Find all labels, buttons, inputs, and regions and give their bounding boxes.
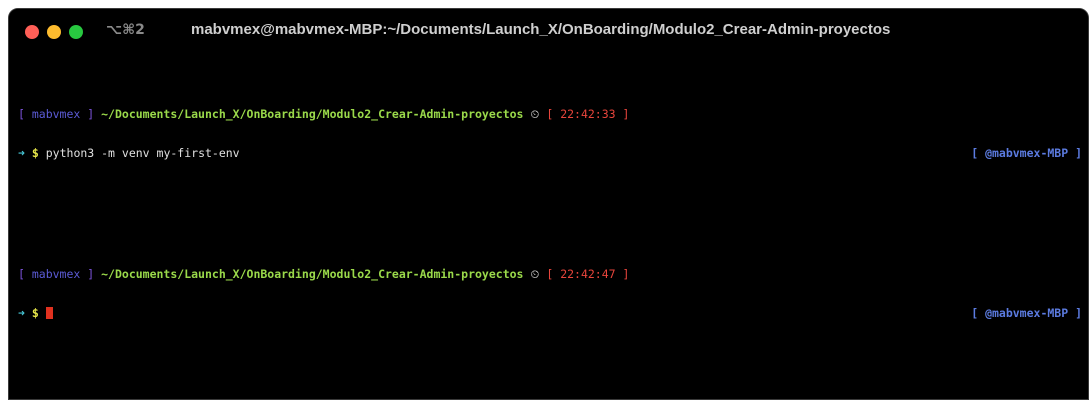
title-bar[interactable]: ⌥⌘2 mabvmex@mabvmex-MBP:~/Documents/Laun… xyxy=(9,9,1088,55)
user-bracket-close: ] xyxy=(80,107,95,121)
command-line: ➜ $ python3 -m venv my-first-env [ @mabvm… xyxy=(18,147,1088,160)
time-bracket-open: [ xyxy=(546,107,561,121)
user-bracket-open: [ xyxy=(18,107,32,121)
arrow-icon: ➜ xyxy=(18,306,25,320)
prompt-time: 22:42:47 xyxy=(560,267,616,281)
maximize-button[interactable] xyxy=(69,25,83,39)
prompt-time: 22:42:33 xyxy=(560,107,616,121)
user-bracket-close: ] xyxy=(80,267,95,281)
dollar-sign: $ xyxy=(31,146,39,160)
prompt-user: mabvmex xyxy=(31,267,81,281)
command-text: python3 -m venv my-first-env xyxy=(45,146,240,160)
arrow-icon: ➜ xyxy=(18,146,25,160)
prompt-line: [ mabvmex ] ~/Documents/Launch_X/OnBoard… xyxy=(18,108,1088,121)
prompt-path: ~/Documents/Launch_X/OnBoarding/Modulo2_… xyxy=(101,267,524,281)
time-bracket-open: [ xyxy=(546,267,561,281)
window-title: mabvmex@mabvmex-MBP:~/Documents/Launch_X… xyxy=(191,21,891,38)
right-prompt: [ @mabvmex-MBP ] xyxy=(971,306,1082,320)
command-line: ➜ $ [ @mabvmex-MBP ] xyxy=(18,307,1088,320)
user-bracket-open: [ xyxy=(18,267,32,281)
close-button[interactable] xyxy=(25,25,39,39)
time-bracket-close: ] xyxy=(615,267,630,281)
time-bracket-close: ] xyxy=(615,107,630,121)
prompt-path: ~/Documents/Launch_X/OnBoarding/Modulo2_… xyxy=(101,107,524,121)
clock-icon: ⏲ xyxy=(530,107,540,121)
clock-icon: ⏲ xyxy=(530,267,540,281)
terminal-output[interactable]: [ mabvmex ] ~/Documents/Launch_X/OnBoard… xyxy=(18,69,1088,346)
prompt-line: [ mabvmex ] ~/Documents/Launch_X/OnBoard… xyxy=(18,268,1088,281)
minimize-button[interactable] xyxy=(47,25,61,39)
dollar-sign: $ xyxy=(31,306,39,320)
text-cursor[interactable] xyxy=(45,307,53,319)
prompt-user: mabvmex xyxy=(31,107,81,121)
terminal-window: ⌥⌘2 mabvmex@mabvmex-MBP:~/Documents/Laun… xyxy=(8,8,1089,400)
window-shortcut: ⌥⌘2 xyxy=(106,22,145,38)
right-prompt: [ @mabvmex-MBP ] xyxy=(971,146,1082,160)
